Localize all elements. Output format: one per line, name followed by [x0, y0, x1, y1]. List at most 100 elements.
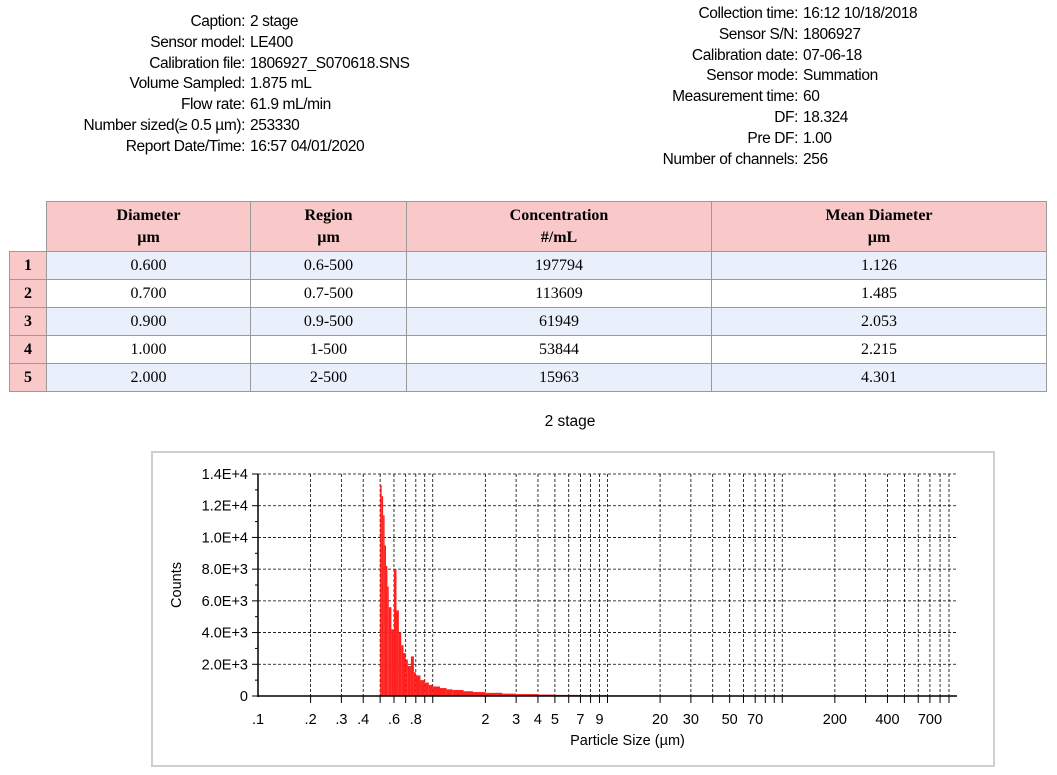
x-tick-label: .2 [305, 712, 317, 728]
info-label: Sensor S/N: [718, 25, 799, 43]
col-title: Concentration [509, 206, 609, 224]
info-row: Number sized(≥ 0.5 µm): 253330 [0, 116, 410, 137]
x-tick-label: .1 [252, 712, 264, 728]
table-cell: 1.126 [711, 251, 1047, 280]
table-cell: 2.053 [711, 307, 1047, 336]
info-row: Calibration date: 07-06-18 [600, 46, 917, 67]
col-title: Diameter [116, 206, 181, 224]
x-axis-label: Particle Size (µm) [570, 733, 685, 749]
table-cell: 53844 [406, 335, 712, 364]
info-row: Flow rate: 61.9 mL/min [0, 95, 410, 116]
table-cell: 4.301 [711, 363, 1047, 392]
x-tick-label: .6 [388, 712, 400, 728]
x-tick-label: .8 [410, 712, 422, 728]
table-cell: 0.9-500 [250, 307, 407, 336]
histogram-chart: 0 2.0E+3 4.0E+3 6.0E+3 8.0E+3 1.0E+4 1.2E+4 1.4… [169, 467, 957, 749]
info-row: Collection time: 16:12 10/18/2018 [600, 4, 917, 25]
info-value: 18.324 [803, 108, 849, 126]
info-value: 1.875 mL [250, 75, 312, 93]
x-tick-label: .4 [357, 712, 369, 728]
info-label: Report Date/Time: [125, 137, 246, 155]
x-tick-label: 2 [481, 712, 489, 728]
info-value: 256 [803, 150, 828, 168]
info-label: Sensor model: [150, 33, 245, 51]
y-tick-label: 0 [240, 689, 248, 705]
info-value: LE400 [250, 33, 293, 51]
col-unit: µm [317, 228, 340, 246]
info-row: Pre DF: 1.00 [600, 129, 917, 150]
info-row: Sensor mode: Summation [600, 66, 917, 87]
col-header-diameter: Diameter µm [46, 201, 251, 252]
table-header-row: Diameter µm Region µm Concentration #/mL… [9, 201, 1047, 252]
info-row: Calibration file: 1806927_S070618.SNS [0, 54, 410, 75]
table-row: 2 0.700 0.7-500 113609 1.485 [9, 279, 1047, 308]
col-unit: µm [867, 228, 891, 246]
histogram-bar [396, 610, 399, 696]
histogram-bar [432, 686, 440, 696]
y-axis-label: Counts [169, 562, 185, 608]
histogram-bar [388, 607, 392, 696]
table-cell: 61949 [406, 307, 712, 336]
info-label: Number sized(≥ 0.5 µm): [83, 116, 245, 134]
sample-info-right: Collection time: 16:12 10/18/2018 Sensor S… [600, 4, 918, 171]
table-cell: 113609 [406, 279, 712, 308]
info-label: Measurement time: [672, 88, 798, 106]
x-tick-label: 9 [595, 712, 603, 728]
row-index: 5 [9, 363, 47, 392]
histogram-bar [380, 485, 382, 696]
table-row: 5 2.000 2-500 15963 4.301 [9, 363, 1047, 392]
info-row: Volume Sampled: 1.875 mL [0, 74, 410, 95]
x-tick-label: 400 [875, 712, 899, 728]
table-cell: 0.900 [46, 307, 251, 336]
info-label: Collection time: [698, 5, 798, 22]
info-label: Flow rate: [180, 96, 245, 114]
x-tick-label: 700 [918, 712, 942, 728]
table-cell: 0.700 [46, 279, 251, 308]
info-value: 2 stage [250, 13, 299, 30]
x-tick-label: 200 [823, 712, 847, 728]
table-row: 3 0.900 0.9-500 61949 2.053 [9, 307, 1047, 336]
info-row: Number of channels: 256 [600, 150, 917, 171]
histogram-bar [398, 632, 402, 696]
col-unit: #/mL [540, 228, 578, 246]
histogram-bar [383, 515, 385, 696]
info-label: Calibration date: [691, 46, 798, 64]
table-row: 1 0.600 0.6-500 197794 1.126 [9, 251, 1047, 280]
info-label: Sensor mode: [706, 67, 798, 85]
table-cell: 1.000 [46, 335, 251, 364]
info-value: 1.00 [803, 129, 832, 147]
row-index: 3 [9, 307, 47, 336]
y-tick-label: 2.0E+3 [202, 657, 248, 673]
info-value: 16:57 04/01/2020 [250, 137, 365, 155]
histogram-bar [415, 675, 421, 696]
y-tick-label: 8.0E+3 [202, 562, 248, 578]
x-tick-label: 3 [512, 712, 520, 728]
table-cell: 2-500 [250, 363, 407, 392]
histogram-bar [391, 629, 394, 696]
col-header-mean-diameter: Mean Diameter µm [711, 201, 1047, 252]
info-row: Caption: 2 stage [0, 12, 410, 33]
x-tick-label: 50 [722, 712, 738, 728]
chart-title: 2 stage [544, 413, 596, 430]
histogram-bar [424, 682, 429, 696]
info-label: Pre DF: [747, 129, 798, 147]
table-row: 4 1.000 1-500 53844 2.215 [9, 335, 1047, 364]
histogram-bar [403, 653, 406, 696]
row-index: 1 [9, 251, 47, 280]
info-row: Sensor S/N: 1806927 [600, 25, 917, 46]
table-cell: 0.600 [46, 251, 251, 280]
info-label: Number of channels: [662, 150, 799, 168]
table-cell: 0.6-500 [250, 251, 407, 280]
histogram-bar [401, 645, 404, 696]
results-table: Diameter µm Region µm Concentration #/mL… [9, 201, 1047, 392]
histogram-bar [452, 689, 464, 696]
col-header-region: Region µm [250, 201, 407, 252]
x-tick-label: .3 [335, 712, 347, 728]
table-cell: 197794 [406, 251, 712, 280]
info-value: 60 [803, 88, 820, 106]
x-tick-label: 30 [683, 712, 699, 728]
info-value: Summation [803, 67, 878, 85]
info-row: Report Date/Time: 16:57 04/01/2020 [0, 137, 410, 158]
y-tick-label: 6.0E+3 [202, 594, 248, 610]
histogram-bar [428, 684, 433, 696]
